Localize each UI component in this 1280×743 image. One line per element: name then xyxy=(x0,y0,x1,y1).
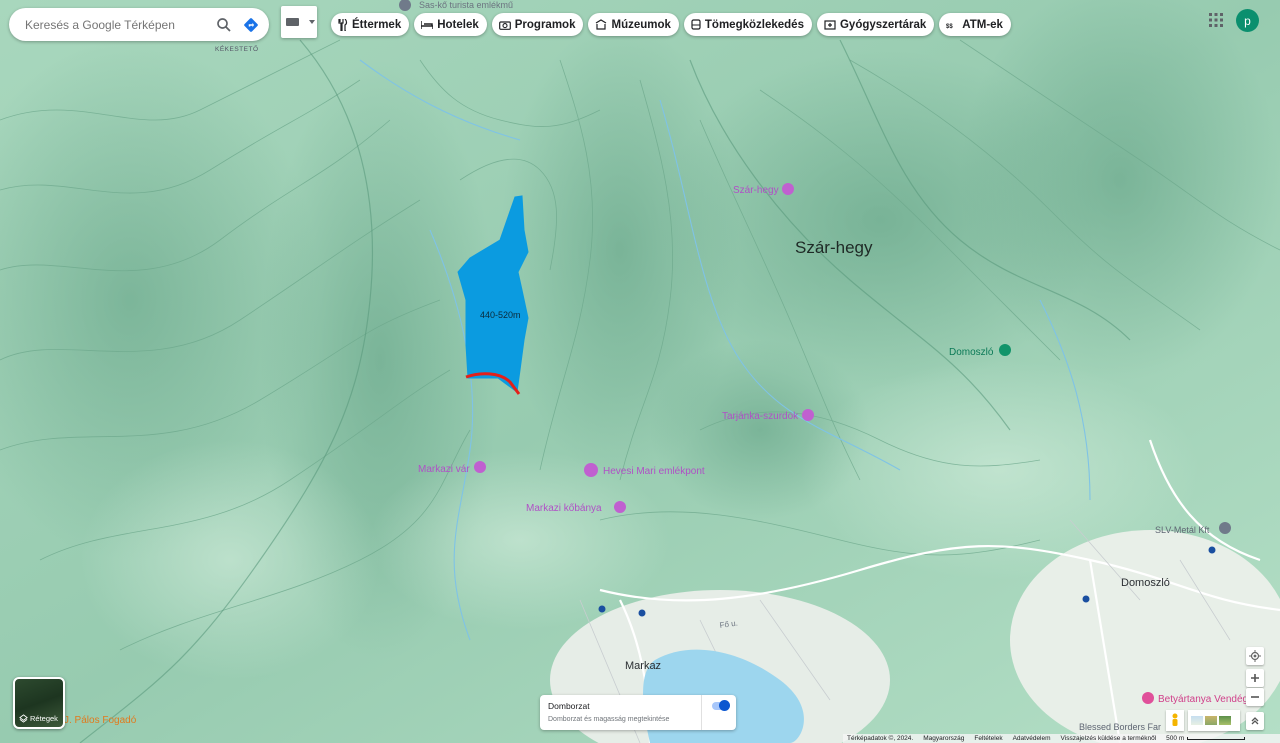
footer-copyright: Térképadatok ©, 2024. xyxy=(847,735,914,742)
terrain-map[interactable]: KÉKESTETŐ Sas-kő turista emlékmű Szár-he… xyxy=(0,0,1280,743)
label-tarjanka: Tarjánka-szurdok xyxy=(722,411,799,422)
label-markaz-town: Markaz xyxy=(625,660,661,672)
divider xyxy=(701,695,702,730)
chevron-down-icon xyxy=(309,20,315,24)
label-markazi-var: Markazi vár xyxy=(418,464,470,475)
terrain-title: Domborzat xyxy=(548,701,590,711)
chip-label: Tömegközlekedés xyxy=(704,18,804,31)
zoom-out-button[interactable] xyxy=(1246,688,1264,706)
quick-layers[interactable] xyxy=(1188,710,1240,731)
label-szar-hegy-poi: Szár-hegy xyxy=(733,185,779,196)
footer-privacy[interactable]: Adatvédelem xyxy=(1013,735,1051,742)
label-kekesteto: KÉKESTETŐ xyxy=(215,44,259,53)
label-slv-metal: SLV-Metál Kft xyxy=(1155,525,1210,535)
layer-thumb-terrain-icon[interactable] xyxy=(1205,716,1217,725)
map-footer: Térképadatok ©, 2024. Magyarország Felté… xyxy=(843,734,1280,743)
chip-things-to-do[interactable]: Programok xyxy=(491,13,584,36)
input-tools-button[interactable] xyxy=(281,6,317,38)
chip-pharmacies[interactable]: Gyógyszertárak xyxy=(816,13,935,36)
svg-text:$$: $$ xyxy=(946,24,953,29)
search-box[interactable] xyxy=(9,8,269,41)
scale-line xyxy=(1187,737,1246,740)
label-domoszlo-poi: Domoszló xyxy=(949,347,994,358)
scale-bar[interactable]: 500 m xyxy=(1166,735,1246,742)
chip-label: ATM-ek xyxy=(962,18,1003,31)
museum-icon xyxy=(596,19,607,30)
chip-restaurants[interactable]: Éttermek xyxy=(331,13,410,36)
label-hevesi-mari: Hevesi Mari emlékpont xyxy=(603,466,705,477)
chip-label: Programok xyxy=(514,18,576,31)
chip-label: Gyógyszertárak xyxy=(839,18,927,31)
terrain-toggle-card[interactable]: Domborzat Domborzat és magasság megtekin… xyxy=(540,695,736,730)
overlay-elevation-label: 440-520m xyxy=(480,310,521,320)
fork-knife-icon xyxy=(338,18,348,31)
atm-icon: $$ xyxy=(946,24,953,29)
pegman-icon xyxy=(1172,713,1178,726)
minus-icon xyxy=(1251,696,1259,698)
layers-label-row: Rétegek xyxy=(19,714,58,723)
keyboard-icon xyxy=(286,18,299,26)
layer-thumb-default-icon[interactable] xyxy=(1191,716,1203,725)
camera-icon xyxy=(498,20,511,30)
label-markazi-kobanya: Markazi kőbánya xyxy=(526,503,602,514)
label-betyartanya: Betyártanya Vendég xyxy=(1158,694,1248,705)
layers-icon xyxy=(19,714,28,723)
footer-country[interactable]: Magyarország xyxy=(923,735,964,742)
account-avatar[interactable]: p xyxy=(1236,9,1259,32)
search-input[interactable] xyxy=(25,17,205,32)
label-blessed: Blessed Borders Far xyxy=(1079,722,1161,732)
label-sas-ko: Sas-kő turista emlékmű xyxy=(419,0,513,10)
my-location-icon xyxy=(1249,650,1261,662)
terrain-subtitle: Domborzat és magasság megtekintése xyxy=(548,716,670,723)
transit-icon xyxy=(691,18,701,30)
label-palos: J. Pálos Fogadó xyxy=(64,715,137,726)
layer-thumb-satellite-icon[interactable] xyxy=(1219,716,1231,725)
category-chips: Éttermek Hotelek Programok Múzeumok Töme… xyxy=(331,13,1011,36)
bed-icon xyxy=(421,20,434,29)
chip-transit[interactable]: Tömegközlekedés xyxy=(683,13,812,36)
chip-label: Múzeumok xyxy=(611,18,671,31)
chip-hotels[interactable]: Hotelek xyxy=(414,13,487,36)
search-icon[interactable] xyxy=(215,16,233,34)
expand-button[interactable] xyxy=(1246,712,1264,730)
plus-icon xyxy=(1251,674,1259,682)
directions-icon[interactable] xyxy=(242,16,260,34)
chip-label: Éttermek xyxy=(352,18,402,31)
footer-terms[interactable]: Feltételek xyxy=(974,735,1002,742)
zoom-in-button[interactable] xyxy=(1246,669,1264,687)
chip-museums[interactable]: Múzeumok xyxy=(588,13,679,36)
chip-label: Hotelek xyxy=(437,18,479,31)
my-location-button[interactable] xyxy=(1246,647,1264,665)
footer-feedback[interactable]: Visszajelzés küldése a terméknől xyxy=(1061,735,1157,742)
apps-grid-icon[interactable] xyxy=(1209,13,1223,27)
layers-button[interactable]: Rétegek xyxy=(13,677,65,729)
label-szar-hegy-title: Szár-hegy xyxy=(795,238,873,257)
pharmacy-icon xyxy=(824,20,836,30)
scale-label: 500 m xyxy=(1166,735,1185,742)
double-chevron-up-icon xyxy=(1251,717,1259,725)
terrain-toggle-switch[interactable] xyxy=(712,700,730,711)
label-domoszlo-town: Domoszló xyxy=(1121,577,1170,589)
layers-label: Rétegek xyxy=(30,714,58,723)
chip-atms[interactable]: $$ ATM-ek xyxy=(939,13,1011,36)
street-view-pegman[interactable] xyxy=(1166,710,1184,731)
